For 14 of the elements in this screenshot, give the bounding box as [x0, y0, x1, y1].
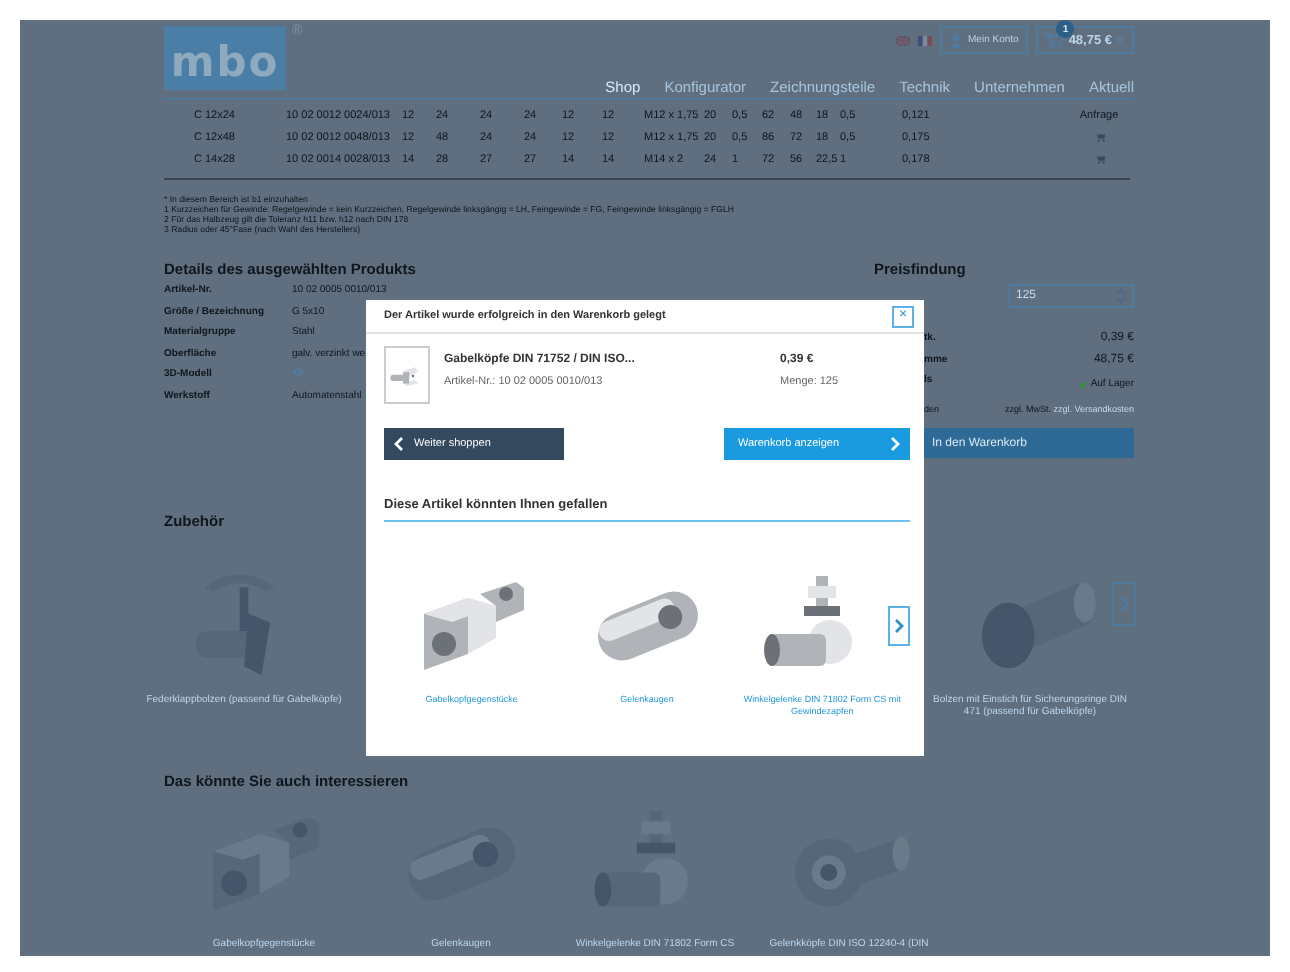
stock-dot	[1080, 381, 1087, 388]
chevron-left-icon	[394, 436, 404, 452]
chevron-right-icon	[1119, 596, 1129, 612]
chevron-right-icon	[894, 618, 904, 634]
spinner-icon[interactable]	[1116, 288, 1126, 304]
chevron-right-icon	[890, 436, 900, 452]
next-button[interactable]	[888, 606, 910, 646]
flag-icon[interactable]	[918, 35, 933, 45]
cart-icon[interactable]	[1093, 132, 1105, 142]
flag-icon[interactable]	[896, 35, 911, 45]
user-icon	[950, 33, 963, 47]
eye-icon[interactable]	[292, 368, 304, 376]
cart-icon[interactable]	[1093, 154, 1105, 164]
cart-icon	[1044, 32, 1065, 48]
